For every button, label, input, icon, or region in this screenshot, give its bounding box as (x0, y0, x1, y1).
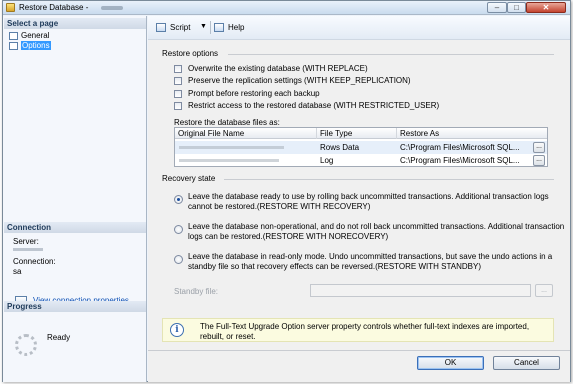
column-header-restore-as[interactable]: Restore As (397, 128, 547, 139)
page-item-label: Options (21, 41, 51, 50)
grid-header: Original File Name File Type Restore As (175, 128, 547, 139)
script-button[interactable]: Script (156, 22, 190, 33)
browse-button[interactable]: ... (533, 142, 545, 153)
script-icon (156, 23, 166, 32)
title-bar: Restore Database - – □ ✕ (3, 1, 570, 15)
page-item-options[interactable]: Options (9, 41, 51, 50)
info-text: The Full-Text Upgrade Option server prop… (200, 322, 530, 341)
checkbox-label: Prompt before restoring each backup (188, 89, 320, 98)
footer-divider (148, 350, 570, 351)
redacted-file-name (179, 146, 284, 149)
checkbox-box[interactable] (174, 65, 182, 73)
radio-button[interactable] (174, 195, 183, 204)
main-panel: Script ▼ Help Restore options Overwrite … (148, 16, 570, 382)
connection-label: Connection: (13, 257, 56, 266)
radio-label: Leave the database non-operational, and … (188, 222, 565, 241)
standby-file-input[interactable] (310, 284, 531, 297)
redacted-server-name (13, 248, 43, 251)
checkbox-label: Preserve the replication settings (WITH … (188, 76, 411, 85)
group-divider (224, 179, 554, 180)
info-message: i The Full-Text Upgrade Option server pr… (162, 318, 554, 342)
window-title: Restore Database - (19, 3, 89, 12)
preserve-replication-checkbox[interactable]: Preserve the replication settings (WITH … (174, 76, 411, 86)
page-item-label: General (21, 31, 50, 40)
table-row[interactable]: Log C:\Program Files\Microsoft SQL... ..… (175, 154, 547, 167)
restore-files-label: Restore the database files as: (174, 118, 280, 127)
restore-database-window: Restore Database - – □ ✕ Select a page G… (2, 0, 571, 382)
recovery-state-label: Recovery state (162, 174, 216, 183)
browse-button[interactable]: ... (533, 155, 545, 166)
toolbar-separator (210, 21, 211, 34)
files-grid[interactable]: Original File Name File Type Restore As … (174, 127, 548, 167)
restore-options-label: Restore options (162, 49, 219, 58)
group-divider (228, 54, 554, 55)
standby-file-label: Standby file: (174, 287, 219, 296)
toolbar: Script ▼ Help (148, 16, 570, 40)
column-header-original[interactable]: Original File Name (175, 128, 317, 139)
overwrite-checkbox[interactable]: Overwrite the existing database (WITH RE… (174, 64, 368, 74)
help-icon (214, 23, 224, 32)
prompt-before-restore-checkbox[interactable]: Prompt before restoring each backup (174, 89, 320, 99)
redacted-database-name (101, 6, 123, 10)
close-button[interactable]: ✕ (526, 2, 566, 13)
radio-button[interactable] (174, 255, 183, 264)
progress-spinner-icon (15, 334, 37, 356)
database-icon (6, 3, 15, 12)
help-button[interactable]: Help (214, 22, 244, 33)
checkbox-label: Restrict access to the restored database… (188, 101, 440, 110)
progress-status: Ready (47, 333, 71, 342)
page-item-general[interactable]: General (9, 31, 49, 40)
checkbox-label: Overwrite the existing database (WITH RE… (188, 64, 368, 73)
ok-button[interactable]: OK (417, 356, 484, 370)
restrict-access-checkbox[interactable]: Restrict access to the restored database… (174, 101, 439, 111)
restore-as-cell[interactable]: C:\Program Files\Microsoft SQL... (397, 154, 531, 167)
checkbox-box[interactable] (174, 90, 182, 98)
redacted-file-name (179, 159, 279, 162)
maximize-button[interactable]: □ (507, 2, 526, 13)
help-label: Help (228, 23, 245, 32)
select-page-header: Select a page (4, 18, 146, 29)
minimize-button[interactable]: – (487, 2, 507, 13)
radio-button[interactable] (174, 225, 183, 234)
column-header-file-type[interactable]: File Type (317, 128, 397, 139)
info-icon: i (170, 323, 184, 337)
cancel-button[interactable]: Cancel (493, 356, 560, 370)
progress-header: Progress (4, 301, 146, 312)
standby-browse-button[interactable]: ... (535, 284, 553, 297)
table-row[interactable]: Rows Data C:\Program Files\Microsoft SQL… (175, 141, 547, 154)
file-type-cell: Log (320, 156, 334, 165)
page-icon (9, 32, 18, 40)
script-dropdown-arrow-icon[interactable]: ▼ (200, 23, 207, 30)
script-label: Script (170, 23, 191, 32)
page-icon (9, 42, 18, 50)
left-panel: Select a page General Options Connection… (3, 16, 147, 382)
connection-value: sa (13, 267, 22, 276)
restore-as-cell[interactable]: C:\Program Files\Microsoft SQL... (397, 141, 531, 154)
connection-header: Connection (4, 222, 146, 233)
radio-label: Leave the database ready to use by rolli… (188, 192, 549, 211)
server-label: Server: (13, 237, 39, 246)
radio-label: Leave the database in read-only mode. Un… (188, 252, 553, 271)
file-type-cell: Rows Data (320, 143, 360, 152)
checkbox-box[interactable] (174, 102, 182, 110)
checkbox-box[interactable] (174, 77, 182, 85)
